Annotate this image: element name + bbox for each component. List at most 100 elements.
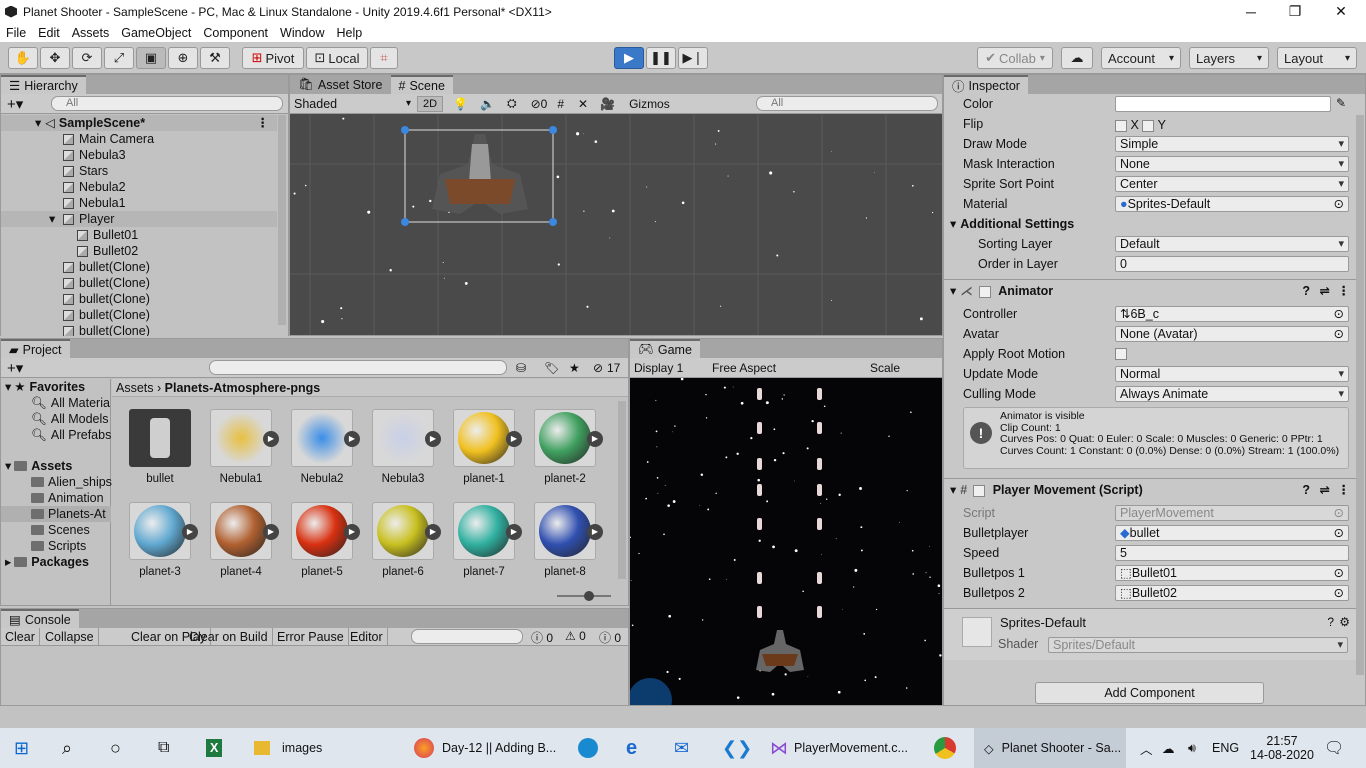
menu-component[interactable]: Component bbox=[197, 26, 274, 40]
asset-item[interactable]: ▶ Nebula3 bbox=[363, 409, 443, 485]
add-icon[interactable]: +▾ bbox=[7, 95, 23, 113]
animator-enabled-checkbox[interactable] bbox=[978, 285, 991, 298]
pause-button[interactable]: ❚❚ bbox=[646, 47, 676, 69]
hierarchy-item[interactable]: bullet(Clone) bbox=[1, 259, 277, 275]
flip-x-checkbox[interactable] bbox=[1115, 119, 1127, 132]
hierarchy-item[interactable]: bullet(Clone) bbox=[1, 307, 277, 323]
speed-field[interactable]: 5 bbox=[1115, 545, 1349, 561]
sorting-layer-dropdown[interactable]: Default bbox=[1115, 236, 1349, 252]
menu-window[interactable]: Window bbox=[274, 26, 330, 40]
menu-assets[interactable]: Assets bbox=[66, 26, 116, 40]
bulletplayer-field[interactable]: ◆bullet ⊙ bbox=[1115, 525, 1349, 541]
folder-item[interactable]: Scenes bbox=[31, 522, 90, 538]
assets-header[interactable]: ▾ Assets bbox=[5, 458, 72, 474]
local-button[interactable]: ⊡ Local bbox=[306, 47, 368, 69]
play-icon[interactable]: ▶ bbox=[506, 431, 522, 447]
hidden-icon[interactable]: ⊘ bbox=[531, 97, 541, 111]
hierarchy-item[interactable]: Nebula3 bbox=[1, 147, 277, 163]
target-icon[interactable]: ⊙ bbox=[1334, 307, 1344, 321]
controller-field[interactable]: ⇅6B_c ⊙ bbox=[1115, 306, 1349, 322]
hierarchy-search-input[interactable]: All bbox=[51, 96, 283, 111]
inspector-scrollbar[interactable] bbox=[1356, 115, 1364, 675]
update-mode-dropdown[interactable]: Normal bbox=[1115, 366, 1349, 382]
mask-dropdown[interactable]: None bbox=[1115, 156, 1349, 172]
gear-icon[interactable]: ⚙ bbox=[1339, 615, 1350, 629]
folder-item[interactable]: Alien_ships bbox=[31, 474, 112, 490]
breadcrumb-leaf[interactable]: Planets-Atmosphere-pngs bbox=[165, 381, 321, 395]
folder-item[interactable]: Animation bbox=[31, 490, 104, 506]
more-icon[interactable]: ⋮ bbox=[1338, 479, 1351, 501]
hierarchy-item[interactable]: Nebula1 bbox=[1, 195, 277, 211]
edge-icon[interactable] bbox=[578, 728, 598, 768]
cloud-icon[interactable]: ☁ bbox=[1061, 47, 1093, 69]
asset-item[interactable]: bullet bbox=[120, 409, 200, 485]
additional-settings-header[interactable]: ▾ Additional Settings bbox=[950, 214, 1350, 234]
asset-item[interactable]: ▶ planet-8 bbox=[525, 502, 605, 578]
asset-item[interactable]: ▶ Nebula2 bbox=[282, 409, 362, 485]
hierarchy-item[interactable]: Stars bbox=[1, 163, 277, 179]
asset-item[interactable]: ▶ planet-4 bbox=[201, 502, 281, 578]
mail-icon[interactable]: ✉ bbox=[674, 728, 689, 768]
bulletpos1-field[interactable]: ⬚Bullet01 ⊙ bbox=[1115, 565, 1349, 581]
tab-project[interactable]: ▰ Project bbox=[1, 339, 70, 358]
snap-icon[interactable]: ⌗ bbox=[370, 47, 398, 69]
taskbar-explorer[interactable]: images bbox=[254, 728, 322, 768]
hand-tool-icon[interactable]: ✋ bbox=[8, 47, 38, 69]
scene-search-input[interactable]: All bbox=[756, 96, 938, 111]
collab-button[interactable]: ✔ Collab ▾ bbox=[977, 47, 1053, 69]
taskbar-visual-studio[interactable]: ⋈ PlayerMovement.c... bbox=[770, 728, 908, 768]
display-dropdown[interactable]: Display 1 bbox=[634, 361, 712, 375]
target-icon[interactable]: ⊙ bbox=[1334, 327, 1344, 341]
tab-game[interactable]: 🎮︎ Game bbox=[630, 339, 700, 358]
target-icon[interactable]: ⊙ bbox=[1334, 197, 1344, 211]
clear-button[interactable]: Clear bbox=[1, 628, 40, 646]
rect-tool-icon[interactable]: ▣ bbox=[136, 47, 166, 69]
restore-button[interactable]: ❐ bbox=[1272, 0, 1318, 23]
player-movement-header[interactable]: ▾ # Player Movement (Script)? ⇌ ⋮ bbox=[944, 478, 1364, 500]
search-icon[interactable]: ⌕ bbox=[62, 728, 72, 768]
hierarchy-item[interactable]: bullet(Clone) bbox=[1, 291, 277, 307]
vscode-icon[interactable]: ❮❯ bbox=[722, 728, 752, 768]
tray-chevron-icon[interactable]: ︿ bbox=[1140, 728, 1153, 768]
order-field[interactable]: 0 bbox=[1115, 256, 1349, 272]
scene-canvas[interactable] bbox=[290, 114, 942, 335]
flip-y-checkbox[interactable] bbox=[1142, 119, 1155, 132]
packages-header[interactable]: ▸ Packages bbox=[5, 554, 89, 570]
network-icon[interactable]: ☁ bbox=[1162, 728, 1175, 768]
game-view[interactable] bbox=[630, 378, 942, 705]
play-button[interactable]: ▶ bbox=[614, 47, 644, 69]
hierarchy-item[interactable]: Bullet01 bbox=[1, 227, 277, 243]
sort-point-dropdown[interactable]: Center bbox=[1115, 176, 1349, 192]
chrome-icon[interactable] bbox=[934, 728, 956, 768]
folder-item-selected[interactable]: Planets-At bbox=[1, 506, 111, 522]
audio-icon[interactable]: 🔈 bbox=[480, 97, 495, 111]
play-icon[interactable]: ▶ bbox=[425, 431, 441, 447]
play-icon[interactable]: ▶ bbox=[344, 524, 360, 540]
account-dropdown[interactable]: Account ▾ bbox=[1101, 47, 1181, 69]
preset-icon[interactable]: ⇌ bbox=[1320, 280, 1330, 302]
layers-dropdown[interactable]: Layers ▾ bbox=[1189, 47, 1269, 69]
bulletpos2-field[interactable]: ⬚Bullet02 ⊙ bbox=[1115, 585, 1349, 601]
more-icon[interactable]: ⋮ bbox=[1338, 280, 1351, 302]
clear-on-build-button[interactable]: Clear on Build bbox=[185, 628, 273, 646]
effects-icon[interactable]: ⛭ bbox=[507, 96, 517, 111]
game-canvas[interactable] bbox=[630, 378, 942, 705]
clock[interactable]: 21:57 14-08-2020 bbox=[1250, 728, 1314, 768]
task-view-icon[interactable]: ⧉ bbox=[158, 728, 169, 768]
asset-item[interactable]: ▶ planet-1 bbox=[444, 409, 524, 485]
2d-toggle[interactable]: 2D bbox=[417, 95, 444, 112]
favorites-header[interactable]: ▾ ★ Favorites bbox=[5, 379, 85, 395]
play-icon[interactable]: ▶ bbox=[425, 524, 441, 540]
minimize-button[interactable]: ─ bbox=[1228, 0, 1274, 23]
star-icon[interactable]: ★ bbox=[569, 361, 580, 375]
eyedropper-icon[interactable]: ✎ bbox=[1336, 96, 1346, 110]
filter-type-icon[interactable]: ⛁ bbox=[516, 361, 526, 375]
menu-gameobject[interactable]: GameObject bbox=[115, 26, 197, 40]
cortana-icon[interactable]: ○ bbox=[110, 728, 121, 768]
target-icon[interactable]: ⊙ bbox=[1334, 586, 1344, 600]
project-search-input[interactable] bbox=[209, 360, 507, 375]
grid-toggle-icon[interactable]: # bbox=[557, 97, 564, 111]
asset-item[interactable]: ▶ planet-7 bbox=[444, 502, 524, 578]
layout-dropdown[interactable]: Layout ▾ bbox=[1277, 47, 1357, 69]
preset-icon[interactable]: ⇌ bbox=[1320, 479, 1330, 501]
